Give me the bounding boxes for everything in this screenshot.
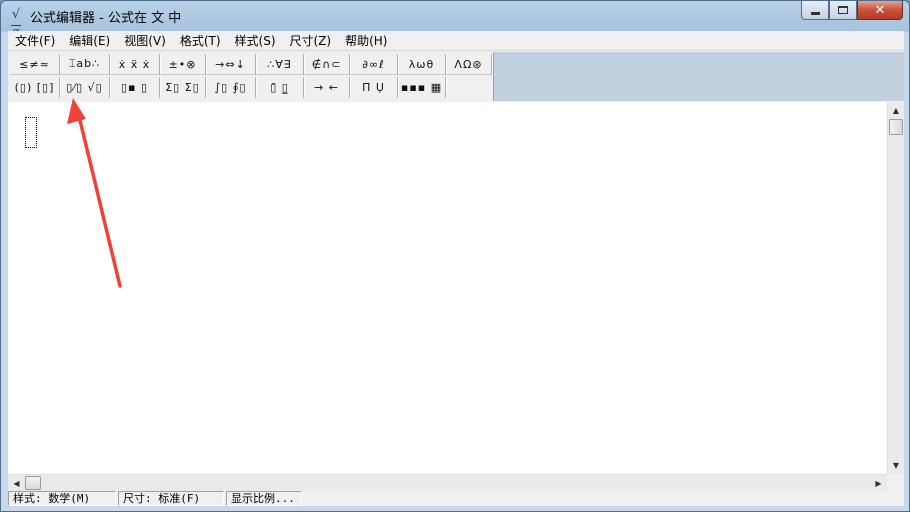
menu-view[interactable]: 视图(V) [117,31,173,51]
greek-uppercase-button[interactable]: ΛΩ⊛ [446,54,492,75]
status-bar: 样式: 数学(M) 尺寸: 标准(F) 显示比例... [8,491,904,506]
vertical-scroll-thumb[interactable] [889,119,903,135]
matrix-templates-button[interactable]: ▪▪▪ ▦ [398,77,446,98]
scrollbar-corner [887,474,904,491]
relational-symbols-button[interactable]: ≤≠≈ [10,54,60,75]
maximize-button[interactable] [829,1,857,20]
empty-equation-slot[interactable] [25,117,37,148]
toolbar-area: ≤≠≈ ⌶ab∴ ẋ ẍ ẋ ±•⊗ →⇔↓ ∴∀∃ ∉∩⊂ ∂∞ℓ λωθ Λ… [8,52,904,101]
labeled-arrow-templates-button[interactable]: → ← [304,77,350,98]
maximize-icon [838,6,848,14]
menu-bar: 文件(F) 编辑(E) 视图(V) 格式(T) 样式(S) 尺寸(Z) 帮助(H… [8,31,904,51]
underbar-overbar-templates-button[interactable]: ▯̄ ▯̲ [256,77,304,98]
arrow-symbols-button[interactable]: →⇔↓ [206,54,256,75]
menu-style[interactable]: 样式(S) [228,31,283,51]
greek-lowercase-button[interactable]: λωθ [398,54,446,75]
equation-editor-window: √α 公式编辑器 - 公式在 文 中 ✕ 文件(F) 编辑(E) 视图(V) 格… [0,0,910,512]
summation-templates-button[interactable]: Σ▯ Σ▯ [160,77,206,98]
misc-symbols-button[interactable]: ∂∞ℓ [350,54,398,75]
menu-size[interactable]: 尺寸(Z) [283,31,339,51]
minimize-button[interactable] [801,1,829,20]
scroll-down-arrow-icon[interactable]: ▼ [888,457,904,474]
equation-canvas[interactable] [8,102,887,474]
fraction-radical-templates-button[interactable]: ▯⁄▯ √▯ [60,77,110,98]
status-zoom[interactable]: 显示比例... [226,491,302,506]
close-icon: ✕ [874,2,886,18]
template-palette-row: (▯) [▯] ▯⁄▯ √▯ ▯▪ ▯ Σ▯ Σ▯ ∫▯ ∮▯ ▯̄ ▯̲ → … [10,77,446,100]
scroll-left-arrow-icon[interactable]: ◀ [8,475,25,491]
subscript-superscript-templates-button[interactable]: ▯▪ ▯ [110,77,160,98]
status-size: 尺寸: 标准(F) [118,491,224,506]
title-bar[interactable]: √α 公式编辑器 - 公式在 文 中 ✕ [1,1,909,40]
menu-help[interactable]: 帮助(H) [338,31,394,51]
minimize-icon [810,11,820,15]
status-style: 样式: 数学(M) [8,491,116,506]
set-theory-symbols-button[interactable]: ∉∩⊂ [304,54,350,75]
menu-format[interactable]: 格式(T) [173,31,228,51]
close-button[interactable]: ✕ [857,1,903,20]
vertical-scrollbar[interactable]: ▲ ▼ [887,102,904,474]
equation-toolbar: ≤≠≈ ⌶ab∴ ẋ ẍ ẋ ±•⊗ →⇔↓ ∴∀∃ ∉∩⊂ ∂∞ℓ λωθ Λ… [8,52,494,101]
horizontal-scrollbar[interactable]: ◀ ▶ [8,474,887,491]
fence-templates-button[interactable]: (▯) [▯] [10,77,60,98]
symbol-palette-row: ≤≠≈ ⌶ab∴ ẋ ẍ ẋ ±•⊗ →⇔↓ ∴∀∃ ∉∩⊂ ∂∞ℓ λωθ Λ… [10,54,492,77]
equation-editor-app-icon[interactable]: √α [7,6,25,40]
spaces-ellipses-button[interactable]: ⌶ab∴ [60,54,110,75]
menu-file[interactable]: 文件(F) [8,31,62,51]
embellishments-button[interactable]: ẋ ẍ ẋ [110,54,160,75]
products-set-templates-button[interactable]: Π̄ Ụ [350,77,398,98]
horizontal-scroll-thumb[interactable] [25,476,41,490]
client-area: 文件(F) 编辑(E) 视图(V) 格式(T) 样式(S) 尺寸(Z) 帮助(H… [8,31,904,506]
scroll-up-arrow-icon[interactable]: ▲ [888,102,904,119]
window-controls: ✕ [801,1,903,21]
operator-symbols-button[interactable]: ±•⊗ [160,54,206,75]
scroll-right-arrow-icon[interactable]: ▶ [870,475,887,491]
menu-edit[interactable]: 编辑(E) [62,31,117,51]
integral-templates-button[interactable]: ∫▯ ∮▯ [206,77,256,98]
window-title: 公式编辑器 - 公式在 文 中 [30,11,182,26]
logical-symbols-button[interactable]: ∴∀∃ [256,54,304,75]
